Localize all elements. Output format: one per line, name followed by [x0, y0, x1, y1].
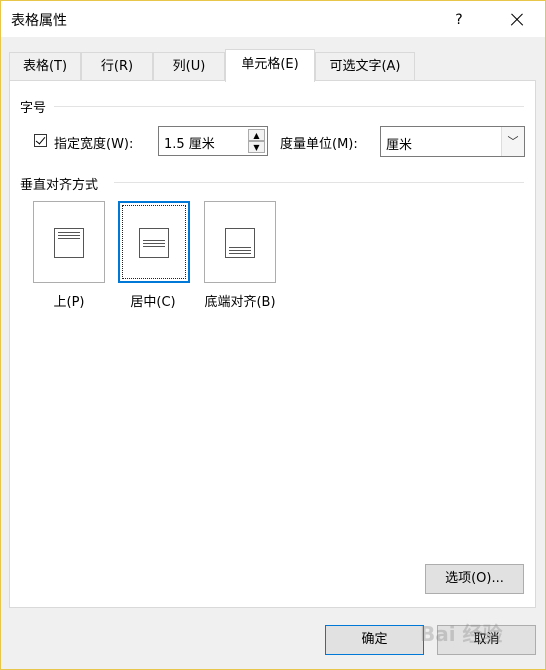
- size-section-heading: 字号: [20, 101, 47, 116]
- align-center-icon: [139, 228, 169, 258]
- valign-section-heading: 垂直对齐方式: [20, 178, 99, 193]
- align-bottom-label: 底端对齐(B): [204, 295, 276, 310]
- tab-column[interactable]: 列(U): [153, 52, 225, 81]
- specify-width-label: 指定宽度(W):: [54, 137, 134, 152]
- spin-down-icon[interactable]: ▼: [248, 141, 265, 153]
- tab-cell[interactable]: 单元格(E): [225, 49, 315, 82]
- align-bottom-icon: [225, 228, 255, 258]
- align-top-button[interactable]: [33, 201, 105, 283]
- align-center-label: 居中(C): [130, 295, 176, 310]
- tab-panel-cell: [9, 80, 536, 608]
- chevron-down-icon[interactable]: ﹀: [501, 127, 524, 156]
- help-button[interactable]: ?: [447, 8, 471, 32]
- close-icon[interactable]: [503, 7, 531, 33]
- align-top-icon: [54, 228, 84, 258]
- tab-row[interactable]: 行(R): [81, 52, 153, 81]
- measure-unit-label: 度量单位(M):: [280, 137, 358, 152]
- align-bottom-button[interactable]: [204, 201, 276, 283]
- align-top-label: 上(P): [53, 295, 85, 310]
- size-section-divider: [54, 106, 524, 107]
- valign-section-divider: [114, 182, 524, 183]
- tab-alt-text[interactable]: 可选文字(A): [315, 52, 415, 81]
- title-bar: 表格属性 ?: [1, 1, 545, 37]
- watermark: Bai 经验: [420, 622, 503, 646]
- ok-button[interactable]: 确定: [325, 625, 424, 655]
- width-spinbox[interactable]: 1.5 厘米 ▲ ▼: [158, 126, 268, 156]
- specify-width-checkbox[interactable]: [34, 134, 47, 147]
- measure-unit-select[interactable]: 厘米 ﹀: [380, 126, 525, 157]
- tab-table[interactable]: 表格(T): [9, 52, 81, 81]
- width-value: 1.5 厘米: [164, 137, 215, 152]
- align-center-button[interactable]: [118, 201, 190, 283]
- dialog-title: 表格属性: [11, 13, 67, 29]
- options-button[interactable]: 选项(O)...: [425, 564, 524, 594]
- spin-up-icon[interactable]: ▲: [248, 129, 265, 141]
- measure-unit-value: 厘米: [386, 138, 413, 153]
